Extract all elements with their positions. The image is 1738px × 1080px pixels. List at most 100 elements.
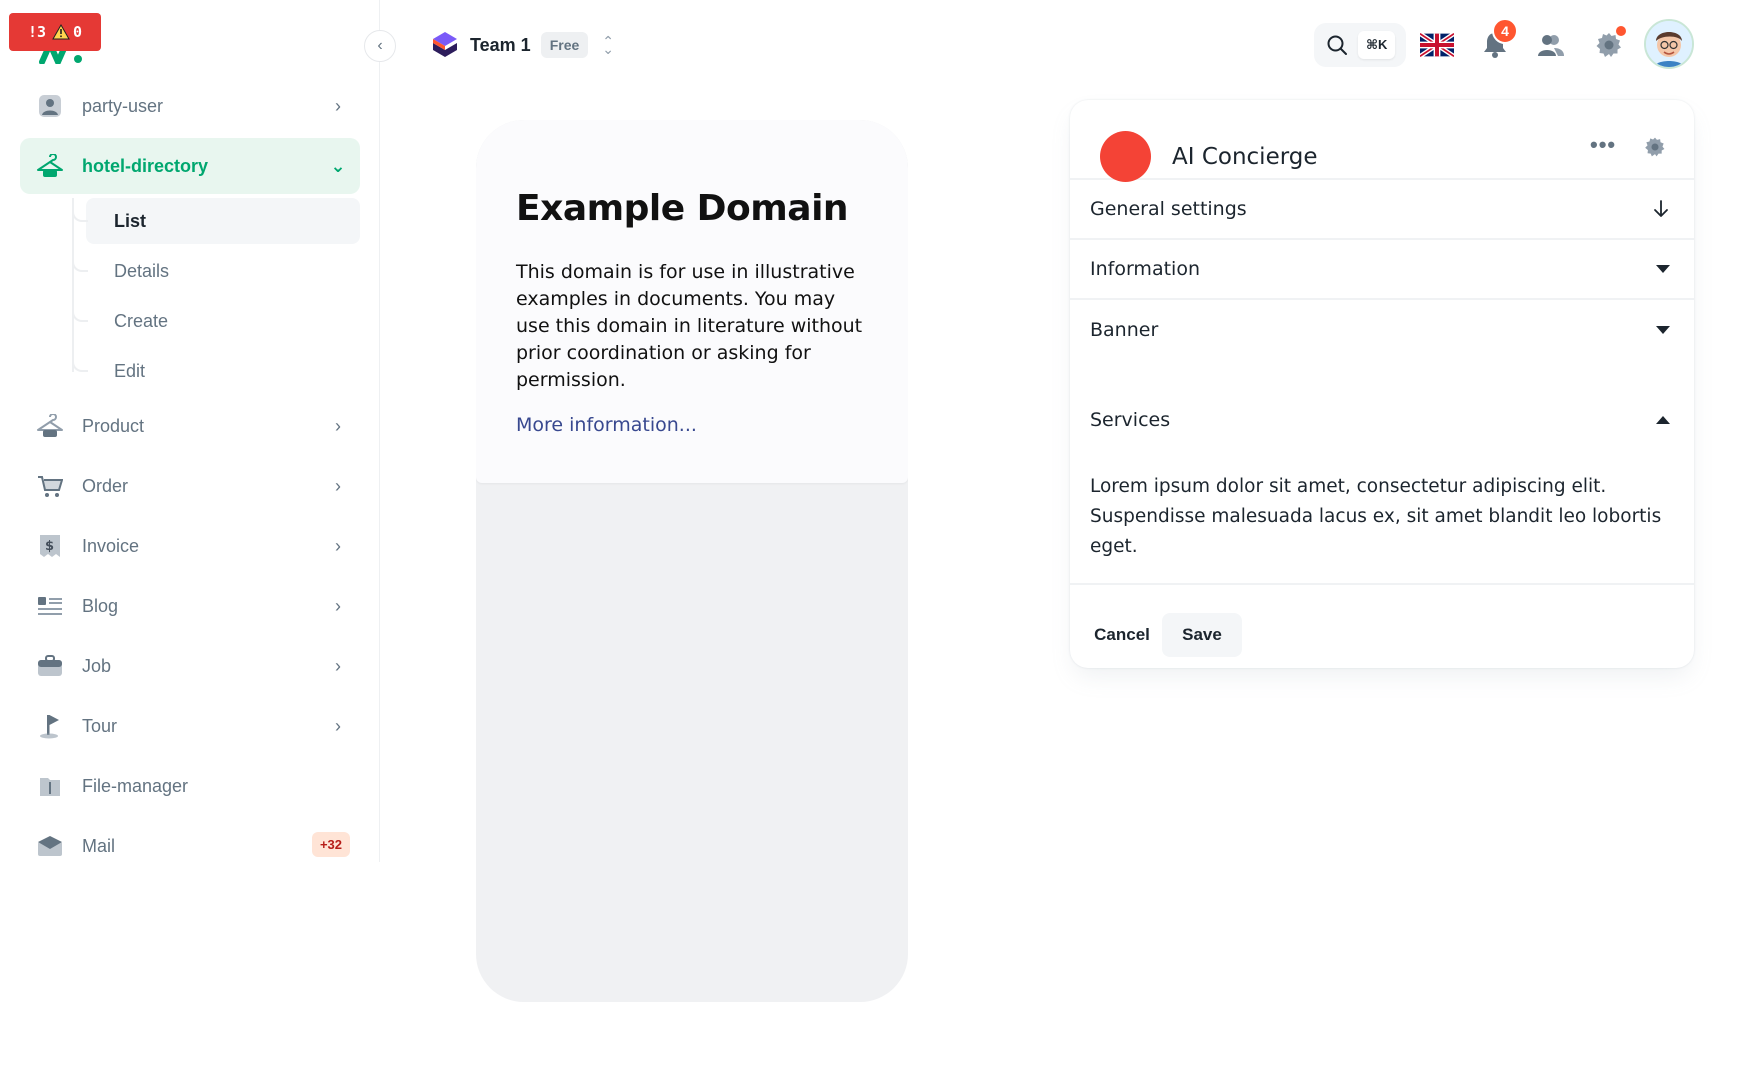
accordion-information[interactable]: Information xyxy=(1070,240,1694,300)
accordion-label: General settings xyxy=(1090,198,1247,220)
user-icon xyxy=(36,92,64,120)
submenu-item-label: Create xyxy=(114,310,169,331)
chevron-right-icon: › xyxy=(335,655,341,676)
invoice-icon: $ xyxy=(36,532,64,560)
gear-icon[interactable] xyxy=(1644,136,1666,158)
preview-title: Example Domain xyxy=(516,188,849,229)
briefcase-icon xyxy=(36,652,64,680)
team-logo-icon xyxy=(433,32,457,57)
chevron-right-icon: › xyxy=(335,535,341,556)
cancel-button[interactable]: Cancel xyxy=(1084,613,1160,657)
sidebar-collapse-button[interactable]: ‹ xyxy=(364,30,396,62)
sidebar-item-invoice[interactable]: $ Invoice › xyxy=(20,518,360,574)
notifications-button[interactable]: 4 xyxy=(1476,18,1518,64)
nav-list: party-user › hotel-directory ⌄ List Deta… xyxy=(20,78,360,862)
sidebar-item-tour[interactable]: Tour › xyxy=(20,698,360,754)
chevron-right-icon: › xyxy=(335,715,341,736)
uk-flag-icon xyxy=(1420,32,1454,58)
sidebar-item-label: Invoice xyxy=(82,535,140,556)
team-name: Team 1 xyxy=(470,34,531,55)
settings-button[interactable] xyxy=(1590,26,1628,64)
panel-footer: Cancel Save xyxy=(1070,583,1694,668)
accordion-label: Banner xyxy=(1090,319,1159,341)
sidebar-item-blog[interactable]: Blog › xyxy=(20,578,360,634)
submenu-item-details[interactable]: Details xyxy=(72,248,360,294)
sidebar-item-job[interactable]: Job › xyxy=(20,638,360,694)
sidebar-item-label: File-manager xyxy=(82,775,189,796)
sidebar-item-label: Tour xyxy=(82,715,118,736)
accordion-banner[interactable]: Banner xyxy=(1070,300,1694,360)
sidebar-item-product[interactable]: Product › xyxy=(20,398,360,454)
sidebar-item-label: Order xyxy=(82,475,129,496)
accordion-label: Services xyxy=(1090,409,1171,431)
phone-preview: Example Domain This domain is for use in… xyxy=(476,120,908,1002)
more-horizontal-icon[interactable]: ••• xyxy=(1590,132,1616,158)
chevron-right-icon: › xyxy=(335,415,341,436)
team-plan-badge: Free xyxy=(540,32,589,58)
caret-down-icon xyxy=(1656,265,1670,273)
contacts-button[interactable] xyxy=(1532,26,1570,64)
chevron-left-icon: ‹ xyxy=(377,37,383,54)
submenu-item-label: Details xyxy=(114,260,170,281)
error-count: !3 xyxy=(27,23,47,41)
sidebar-item-label: hotel-directory xyxy=(82,155,209,176)
chevron-up-down-icon: ⌃ ⌄ xyxy=(602,33,615,57)
panel-avatar-dot xyxy=(1100,131,1151,182)
submenu-item-create[interactable]: Create xyxy=(72,298,360,344)
notifications-count-badge: 4 xyxy=(1492,18,1518,44)
sidebar-item-hotel-directory[interactable]: hotel-directory ⌄ xyxy=(20,138,360,194)
accordion-services[interactable]: Services xyxy=(1070,390,1694,450)
preview-body: This domain is for use in illustrative e… xyxy=(516,261,863,391)
sidebar-item-order[interactable]: Order › xyxy=(20,458,360,514)
chevron-right-icon: › xyxy=(335,595,341,616)
chevron-down-icon: ⌄ xyxy=(330,155,346,176)
chevron-right-icon: › xyxy=(335,475,341,496)
caret-up-icon xyxy=(1656,416,1670,424)
mail-icon xyxy=(36,832,64,860)
svg-text:$: $ xyxy=(45,539,54,554)
panel-header: AI Concierge ••• xyxy=(1070,100,1694,182)
cart-icon xyxy=(36,472,64,500)
hanger-icon xyxy=(36,412,64,440)
ai-concierge-panel: AI Concierge ••• General settings Inform… xyxy=(1070,100,1694,668)
preview-more-link[interactable]: More information... xyxy=(516,414,697,436)
accordion-general-settings[interactable]: General settings xyxy=(1070,180,1694,240)
contacts-icon xyxy=(1538,35,1564,56)
hanger-icon xyxy=(36,152,64,180)
settings-indicator-dot xyxy=(1616,26,1626,36)
user-avatar-icon xyxy=(1646,21,1692,67)
folder-icon xyxy=(36,772,64,800)
sidebar-item-mail[interactable]: Mail +32 xyxy=(20,818,360,862)
chevron-right-icon: › xyxy=(335,95,341,116)
sidebar-item-label: Product xyxy=(82,415,145,436)
blog-icon xyxy=(36,592,64,620)
submenu-hotel-directory: List Details Create Edit xyxy=(66,198,360,394)
search-shortcut: ⌘K xyxy=(1358,31,1396,59)
avatar[interactable] xyxy=(1644,19,1694,69)
accordion-label: Information xyxy=(1090,258,1200,280)
flag-icon xyxy=(36,712,64,740)
submenu-item-edit[interactable]: Edit xyxy=(72,348,360,394)
sidebar-item-label: Blog xyxy=(82,595,119,616)
submenu-item-label: List xyxy=(114,210,147,231)
preview-card: Example Domain This domain is for use in… xyxy=(476,120,908,483)
caret-down-icon xyxy=(1656,326,1670,334)
dev-error-badge[interactable]: !3 0 xyxy=(9,13,101,51)
sidebar-item-label: party-user xyxy=(82,95,164,116)
language-button[interactable] xyxy=(1418,26,1456,64)
warning-count: 0 xyxy=(52,23,82,41)
search-button[interactable]: ⌘K xyxy=(1314,23,1406,67)
submenu-item-list[interactable]: List xyxy=(72,198,360,244)
panel-title: AI Concierge xyxy=(1172,144,1318,170)
services-content: Lorem ipsum dolor sit amet, consectetur … xyxy=(1090,476,1662,557)
save-button[interactable]: Save xyxy=(1162,613,1242,657)
search-icon xyxy=(1327,35,1347,55)
sidebar-item-label: Job xyxy=(82,655,112,676)
mail-count-badge: +32 xyxy=(311,832,350,857)
arrow-down-icon xyxy=(1654,200,1668,217)
warning-icon xyxy=(52,24,70,40)
team-switcher[interactable]: Team 1 Free ⌃ ⌄ xyxy=(430,30,614,60)
sidebar-item-party-user[interactable]: party-user › xyxy=(20,78,360,134)
submenu-item-label: Edit xyxy=(114,360,146,381)
sidebar-item-file-manager[interactable]: File-manager xyxy=(20,758,360,814)
